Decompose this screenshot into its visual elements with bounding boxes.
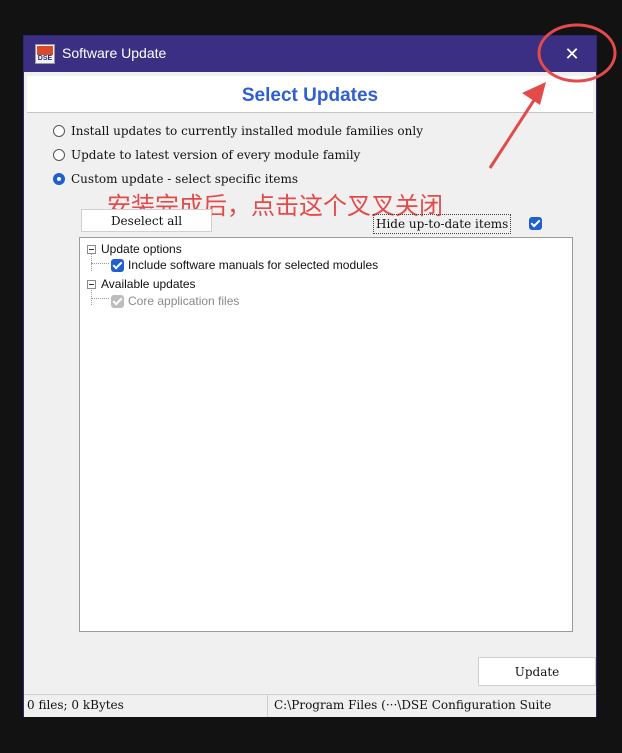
annotation-overlay <box>488 23 617 169</box>
annotation-arrow-shaft <box>488 93 540 169</box>
highlight-circle <box>537 23 617 83</box>
